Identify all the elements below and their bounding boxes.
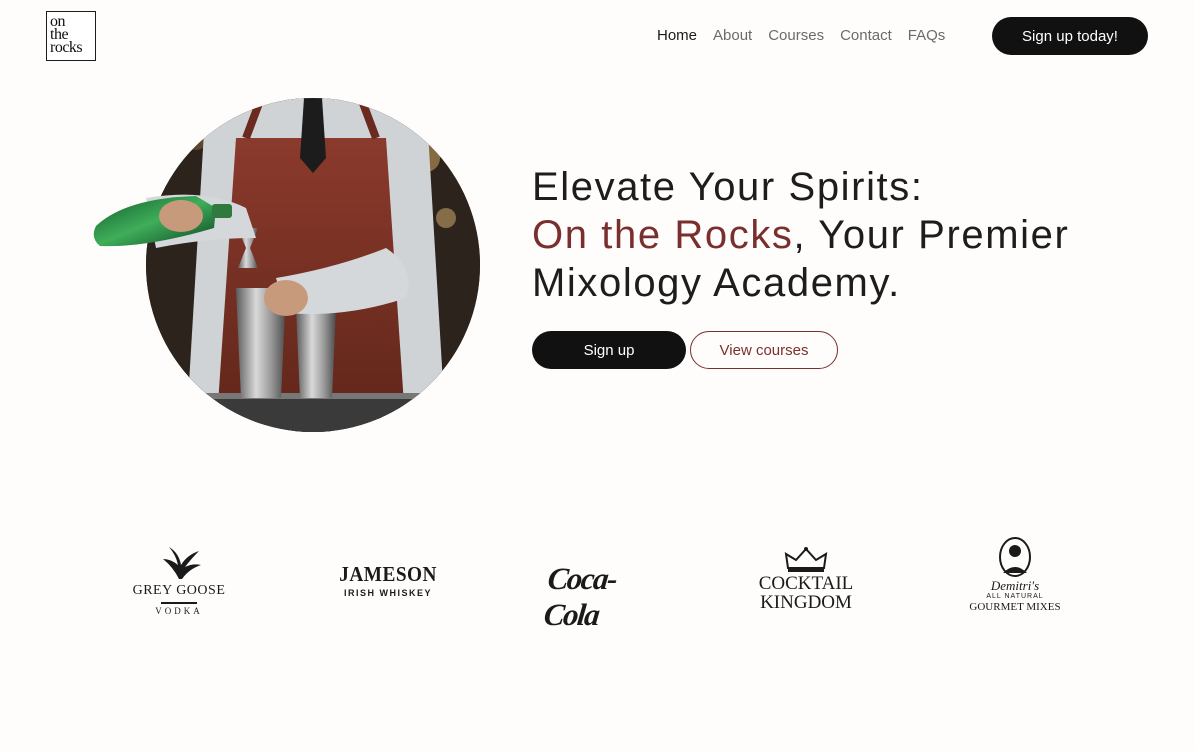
nav-faqs[interactable]: FAQs	[908, 26, 946, 45]
coca-cola-wordmark: Coca-Cola	[542, 561, 619, 632]
grey-goose-subtitle: VODKA	[155, 606, 203, 616]
jameson-subtitle: IRISH WHISKEY	[343, 588, 432, 598]
sign-up-today-button[interactable]: Sign up today!	[992, 17, 1148, 55]
nav-home[interactable]: Home	[657, 26, 697, 45]
kingdom-wordmark: KINGDOM	[760, 592, 852, 613]
grey-goose-divider	[161, 602, 197, 604]
goose-icon	[163, 547, 201, 579]
demitris-tagline: GOURMET MIXES	[969, 601, 1061, 613]
logo-line-rocks: rocks	[50, 39, 83, 56]
brand-jameson: JAMESON IRISH WHISKEY	[337, 562, 439, 598]
brand-coca-cola: Coca-Cola	[542, 561, 648, 633]
brand-cocktail-kingdom: COCKTAIL KINGDOM	[755, 546, 857, 612]
demitris-subtitle: ALL NATURAL	[986, 593, 1044, 600]
nav-about[interactable]: About	[713, 26, 752, 45]
sign-up-button[interactable]: Sign up	[532, 331, 686, 369]
landing-page: on the rocks Home About Courses Contact …	[0, 0, 1195, 751]
brand-grey-goose: GREY GOOSE VODKA	[128, 545, 230, 616]
nav-contact[interactable]: Contact	[840, 26, 892, 45]
brand-demitris: Demitri's ALL NATURAL GOURMET MIXES	[964, 537, 1066, 613]
demitris-wordmark: Demitri's	[990, 578, 1040, 593]
grey-goose-wordmark: GREY GOOSE	[132, 583, 226, 598]
bartender-illustration	[93, 98, 480, 432]
cocktail-wordmark: COCKTAIL	[758, 573, 854, 594]
view-courses-button[interactable]: View courses	[690, 331, 838, 369]
jameson-wordmark: JAMESON	[339, 562, 437, 586]
crown-icon	[784, 547, 828, 572]
hero-headline: Elevate Your Spirits: On the Rocks, Your…	[532, 163, 1132, 307]
headline-accent: On the Rocks	[532, 213, 794, 257]
portrait-icon	[999, 537, 1031, 577]
headline-line1: Elevate Your Spirits:	[532, 165, 924, 209]
nav-courses[interactable]: Courses	[768, 26, 824, 45]
site-logo[interactable]: on the rocks	[46, 11, 96, 61]
main-nav: Home About Courses Contact FAQs	[657, 26, 945, 45]
